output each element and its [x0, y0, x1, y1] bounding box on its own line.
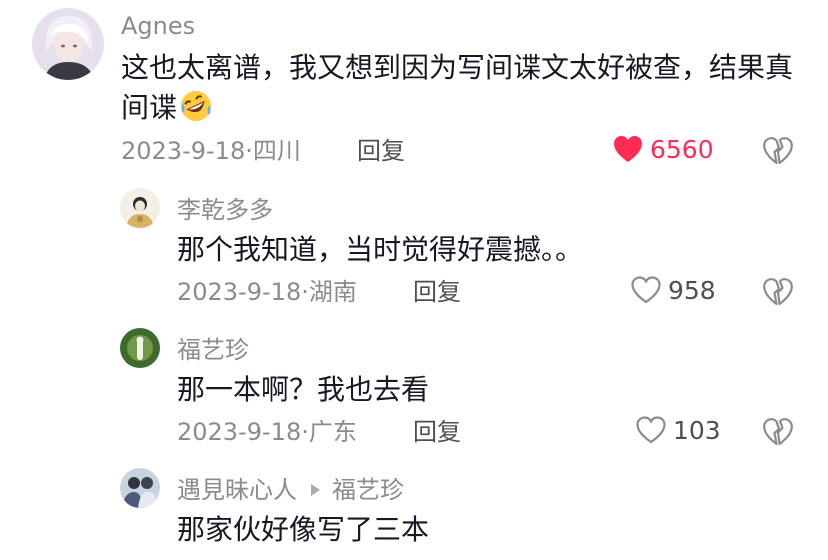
- dislike-button[interactable]: [762, 277, 794, 311]
- play-arrow-icon: [311, 484, 320, 496]
- comment-date: 2023-9-18: [177, 418, 302, 446]
- dislike-button[interactable]: [762, 136, 794, 170]
- reply-button[interactable]: 回复: [357, 136, 405, 166]
- comment-location: 广东: [308, 418, 357, 446]
- comment-meta: 2023-9-18·广东: [177, 417, 357, 447]
- reply-button[interactable]: 回复: [413, 277, 461, 307]
- reply-to-name[interactable]: 福艺珍: [332, 476, 404, 504]
- comment-text: 那一本啊？我也去看: [177, 373, 430, 406]
- comment-text: 这也太离谱，我又想到因为写间谍文太好被查，结果真间谍: [121, 48, 793, 128]
- heart-icon: [614, 136, 642, 162]
- like-count: 103: [673, 415, 721, 445]
- like-button[interactable]: 958: [630, 275, 716, 305]
- comment-location: 四川: [252, 137, 301, 165]
- avatar[interactable]: [32, 8, 104, 80]
- reply-comment-3: 遇見昧心人 福艺珍 那家伙好像写了三本: [0, 460, 828, 560]
- rolling-on-floor-laughing-emoji: [181, 91, 212, 121]
- broken-heart-icon: [763, 137, 793, 165]
- like-button[interactable]: 6560: [612, 134, 714, 164]
- like-count: 6560: [650, 134, 714, 164]
- comment-date: 2023-9-18: [121, 137, 246, 165]
- reply-button[interactable]: 回复: [413, 417, 461, 447]
- reply-comment-1: 李乾多多 那个我知道，当时觉得好震撼。。 2023-9-18·湖南 回复 958: [0, 180, 828, 320]
- avatar[interactable]: [120, 328, 160, 368]
- comment-agnes: Agnes 这也太离谱，我又想到因为写间谍文太好被查，结果真间谍 2023-9-…: [0, 0, 828, 180]
- meta-separator: ·: [301, 418, 309, 446]
- heart-icon: [631, 276, 661, 304]
- author-name[interactable]: 福艺珍: [177, 335, 249, 365]
- avatar[interactable]: [120, 188, 160, 228]
- avatar[interactable]: [120, 468, 160, 508]
- meta-separator: ·: [301, 278, 309, 306]
- author-name: 遇見昧心人 福艺珍: [177, 475, 404, 505]
- comment-meta: 2023-9-18·四川: [121, 136, 301, 166]
- like-count: 958: [668, 275, 716, 305]
- author-name[interactable]: Agnes: [121, 11, 195, 41]
- broken-heart-icon: [763, 418, 793, 446]
- like-button[interactable]: 103: [635, 415, 721, 445]
- author-link[interactable]: 遇見昧心人: [177, 476, 297, 504]
- comment-text: 那家伙好像写了三本: [177, 513, 430, 546]
- comment-location: 湖南: [308, 278, 357, 306]
- meta-separator: ·: [245, 137, 253, 165]
- comment-text-body: 这也太离谱，我又想到因为写间谍文太好被查，结果真间谍: [121, 51, 794, 124]
- comment-text: 那个我知道，当时觉得好震撼。。: [177, 233, 584, 266]
- dislike-button[interactable]: [762, 417, 794, 451]
- reply-comment-2: 福艺珍 那一本啊？我也去看 2023-9-18·广东 回复 103: [0, 320, 828, 460]
- author-name[interactable]: 李乾多多: [177, 195, 273, 225]
- heart-icon: [636, 416, 666, 444]
- broken-heart-icon: [763, 278, 793, 306]
- comment-meta: 2023-9-18·湖南: [177, 277, 357, 307]
- comment-date: 2023-9-18: [177, 278, 302, 306]
